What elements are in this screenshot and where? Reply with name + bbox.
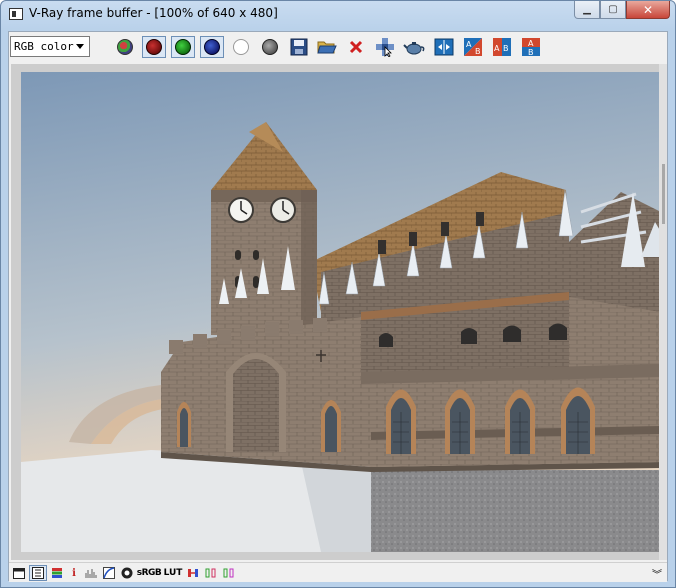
stereo-icon [223, 568, 234, 578]
ab-swap-button[interactable]: A B [490, 36, 514, 58]
track-mouse-icon [376, 38, 394, 57]
blue-channel-button[interactable] [200, 36, 224, 58]
levels-icon [32, 567, 44, 579]
green-channel-icon [175, 39, 191, 55]
save-image-icon [290, 38, 308, 56]
blue-channel-icon [204, 39, 220, 55]
channel-select[interactable]: RGB color [10, 36, 90, 57]
title-bar[interactable]: V-Ray frame buffer - [100% of 640 x 480]… [1, 1, 675, 29]
svg-text:A: A [494, 44, 500, 53]
castle-render [21, 72, 661, 552]
svg-text:B: B [503, 44, 509, 53]
compare-icon [434, 38, 454, 56]
ocio-icon [188, 569, 198, 577]
svg-text:A: A [528, 39, 534, 48]
svg-text:B: B [528, 48, 534, 57]
rgb-view-icon [117, 39, 133, 55]
ab-swap-icon: A B [493, 38, 511, 56]
maximize-button[interactable]: ▢ [600, 1, 626, 19]
alpha-channel-button[interactable] [229, 36, 253, 58]
svg-text:B: B [475, 47, 481, 56]
histogram-button[interactable] [83, 565, 99, 581]
app-icon [9, 8, 23, 20]
red-channel-icon [146, 39, 162, 55]
vertical-scrollbar[interactable] [659, 64, 667, 560]
ab-vertical-icon: A B [522, 38, 540, 57]
ab-horizontal-icon: A B [464, 38, 482, 56]
green-channel-button[interactable] [171, 36, 195, 58]
lut-button[interactable]: LUT [163, 565, 183, 581]
monochrome-button[interactable] [258, 36, 282, 58]
color-balance-icon [52, 568, 62, 578]
window-title: V-Ray frame buffer - [100% of 640 x 480] [29, 6, 278, 20]
pixel-aspect-button[interactable] [203, 565, 219, 581]
color-corrections-button[interactable] [29, 565, 47, 581]
expand-toolbar-button[interactable]: ︾ [649, 565, 665, 581]
srgb-button[interactable]: sRGB [137, 565, 162, 581]
save-image-button[interactable] [287, 36, 311, 58]
minimize-button[interactable]: ▁ [574, 1, 600, 19]
info-button[interactable]: i [67, 565, 81, 581]
pixel-aspect-icon [205, 568, 216, 578]
color-balance-button[interactable] [49, 565, 65, 581]
track-mouse-button[interactable] [373, 36, 397, 58]
window-icon [13, 567, 25, 579]
clear-image-icon [349, 40, 363, 54]
close-button[interactable]: ✕ [626, 1, 670, 19]
clear-image-button[interactable] [344, 36, 368, 58]
alpha-channel-icon [233, 39, 249, 55]
monochrome-icon [262, 39, 278, 55]
status-bar: i sRGB LUT ︾ [9, 562, 667, 582]
svg-text:A: A [466, 40, 472, 49]
channel-select-value: RGB color [14, 40, 74, 53]
render-teapot-icon [403, 42, 425, 55]
vray-frame-buffer-window: V-Ray frame buffer - [100% of 640 x 480]… [0, 0, 676, 588]
toolbar: RGB color A B A B A B [9, 32, 667, 62]
load-image-icon [317, 41, 337, 54]
compare-button[interactable] [432, 36, 456, 58]
curve-icon [103, 567, 115, 579]
curve-button[interactable] [101, 565, 117, 581]
display-panel-button[interactable] [11, 565, 27, 581]
image-viewport[interactable] [11, 64, 667, 560]
exposure-icon [121, 567, 133, 579]
ab-vertical-button[interactable]: A B [519, 36, 543, 58]
chevron-down-icon [76, 44, 84, 49]
client-area: RGB color A B A B A B i sRGB LUT ︾ [8, 31, 668, 582]
ocio-button[interactable] [185, 565, 201, 581]
render-teapot-button[interactable] [402, 36, 426, 58]
stereo-button[interactable] [221, 565, 237, 581]
red-channel-button[interactable] [142, 36, 166, 58]
exposure-button[interactable] [119, 565, 135, 581]
rgb-view-button[interactable] [113, 36, 137, 58]
histogram-icon [85, 569, 97, 578]
window-controls: ▁ ▢ ✕ [574, 1, 670, 21]
load-image-button[interactable] [315, 36, 339, 58]
rendered-image [21, 72, 661, 552]
ab-horizontal-button[interactable]: A B [461, 36, 485, 58]
